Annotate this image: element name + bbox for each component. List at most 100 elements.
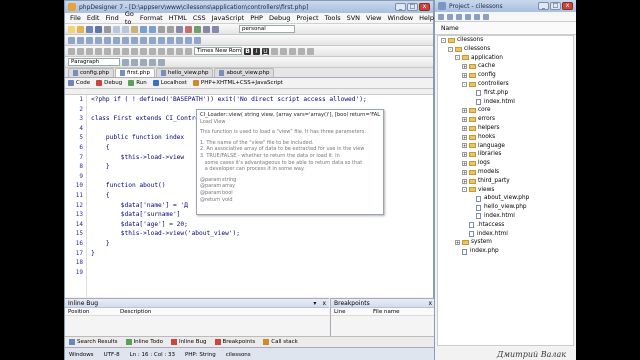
italic-icon[interactable]: I [253, 47, 260, 55]
tree-item[interactable]: + models [438, 168, 573, 177]
expand-toggle-icon[interactable]: - [462, 81, 467, 87]
tree-item[interactable]: + errors [438, 115, 573, 124]
anchor-icon[interactable] [158, 36, 165, 44]
li-icon[interactable] [167, 47, 174, 55]
expand-toggle-icon[interactable]: + [462, 64, 467, 70]
tree-item[interactable]: + third_party [438, 177, 573, 186]
tree-item[interactable]: first.php [438, 89, 573, 98]
tree-item[interactable]: + system [438, 238, 573, 247]
bookmark-icon[interactable] [176, 25, 183, 33]
expand-toggle-icon[interactable]: + [455, 240, 460, 246]
save-icon[interactable] [86, 25, 93, 33]
menu-item-javascript[interactable]: JavaScript [209, 14, 248, 22]
add-file-icon[interactable] [465, 13, 471, 20]
code-icon[interactable] [104, 47, 111, 55]
table-icon[interactable] [95, 36, 102, 44]
project-maximize-button[interactable]: □ [550, 2, 561, 10]
tag-icon[interactable] [68, 36, 75, 44]
align-right-icon[interactable] [298, 47, 305, 55]
print-icon[interactable] [104, 25, 111, 33]
menu-item-edit[interactable]: Edit [84, 14, 103, 22]
expand-toggle-icon[interactable]: + [462, 134, 467, 140]
minimize-button[interactable]: _ [395, 3, 406, 11]
tree-item[interactable]: index.html [438, 98, 573, 107]
stop-icon[interactable] [185, 25, 192, 33]
dl-icon[interactable] [176, 47, 183, 55]
replace-icon[interactable] [167, 25, 174, 33]
menu-item-file[interactable]: File [67, 14, 84, 22]
expand-toggle-icon[interactable]: - [441, 37, 446, 43]
code-line[interactable]: <?php if ( ! defined('BASEPATH')) exit('… [91, 95, 433, 105]
refresh-icon[interactable] [456, 13, 462, 20]
tree-item[interactable]: index.html [438, 230, 573, 239]
justify-icon[interactable] [307, 47, 314, 55]
comment-icon[interactable] [140, 36, 147, 44]
open-folder-icon[interactable] [77, 25, 84, 33]
expand-toggle-icon[interactable]: - [462, 187, 467, 193]
menu-item-html[interactable]: HTML [166, 14, 190, 22]
file-tab[interactable]: first.php [115, 68, 156, 77]
tree-item[interactable]: + core [438, 106, 573, 115]
ol-icon[interactable] [158, 47, 165, 55]
cut-icon[interactable] [113, 25, 120, 33]
tree-header[interactable]: Name [435, 22, 576, 35]
format-d-icon[interactable] [149, 58, 156, 66]
div-icon[interactable] [122, 36, 129, 44]
tree-item[interactable]: + cache [438, 62, 573, 71]
code-line[interactable]: } [91, 249, 433, 259]
file-tab[interactable]: config.php [68, 68, 115, 77]
underline-icon[interactable]: U [262, 47, 269, 55]
column-line[interactable]: Line [331, 308, 373, 315]
tree-item[interactable]: + logs [438, 159, 573, 168]
bottom-tab[interactable]: Inline Bug [170, 339, 207, 345]
menu-item-find[interactable]: Find [102, 14, 121, 22]
file-tab[interactable]: hello_view.php [156, 68, 214, 77]
code-line[interactable] [91, 268, 433, 278]
font-select[interactable]: Times New Rom [194, 47, 242, 55]
h-icon[interactable] [122, 47, 129, 55]
menu-item-css[interactable]: CSS [190, 14, 209, 22]
paste-icon[interactable] [131, 25, 138, 33]
panel-close-icon[interactable]: x [319, 299, 329, 307]
list-icon[interactable] [113, 36, 120, 44]
menu-item-php[interactable]: PHP [247, 14, 266, 22]
hr-icon[interactable] [140, 47, 147, 55]
new-project-icon[interactable] [438, 13, 444, 20]
expand-toggle-icon[interactable]: + [462, 169, 467, 175]
save-all-icon[interactable] [95, 25, 102, 33]
menu-item-view[interactable]: View [363, 14, 384, 22]
close-button[interactable]: x [419, 3, 430, 11]
tree-item[interactable]: hello_view.php [438, 203, 573, 212]
expand-toggle-icon[interactable]: - [455, 55, 460, 61]
bottom-tab[interactable]: Breakpoints [214, 339, 255, 345]
pre-icon[interactable] [113, 47, 120, 55]
tree-item[interactable]: - controllers [438, 80, 573, 89]
bottom-tab[interactable]: Inline Todo [125, 339, 163, 345]
menu-item-go-to[interactable]: Go to [122, 10, 137, 26]
expand-toggle-icon[interactable]: + [462, 152, 467, 158]
ul-icon[interactable] [149, 47, 156, 55]
expand-toggle-icon[interactable]: + [462, 143, 467, 149]
redo-icon[interactable] [149, 25, 156, 33]
expand-toggle-icon[interactable]: + [462, 161, 467, 167]
tree-item[interactable]: about_view.php [438, 194, 573, 203]
remove-file-icon[interactable] [474, 13, 480, 20]
p-icon[interactable] [131, 47, 138, 55]
run-toolbar-button[interactable]: Code [68, 80, 90, 86]
bottom-tab[interactable]: Search Results [69, 339, 118, 345]
menu-item-tools[interactable]: Tools [322, 14, 344, 22]
wrap-icon[interactable] [77, 47, 84, 55]
code-editor[interactable]: 1 2 3 4 5 6 7 8 9 10 11 12 13 14 15 16 17 18 19 <?php if (… [65, 94, 433, 297]
column-position[interactable]: Position [65, 308, 120, 315]
profile-select[interactable]: personal [239, 25, 295, 33]
dt-icon[interactable] [185, 47, 192, 55]
expand-toggle-icon[interactable]: + [462, 117, 467, 123]
format-b-icon[interactable] [131, 58, 138, 66]
color-icon[interactable] [149, 36, 156, 44]
link-icon[interactable] [77, 36, 84, 44]
menu-item-project[interactable]: Project [293, 14, 321, 22]
tree-item[interactable]: + helpers [438, 124, 573, 133]
tree-item[interactable]: + language [438, 142, 573, 151]
expand-toggle-icon[interactable]: + [462, 178, 467, 184]
outdent-icon[interactable] [212, 25, 219, 33]
